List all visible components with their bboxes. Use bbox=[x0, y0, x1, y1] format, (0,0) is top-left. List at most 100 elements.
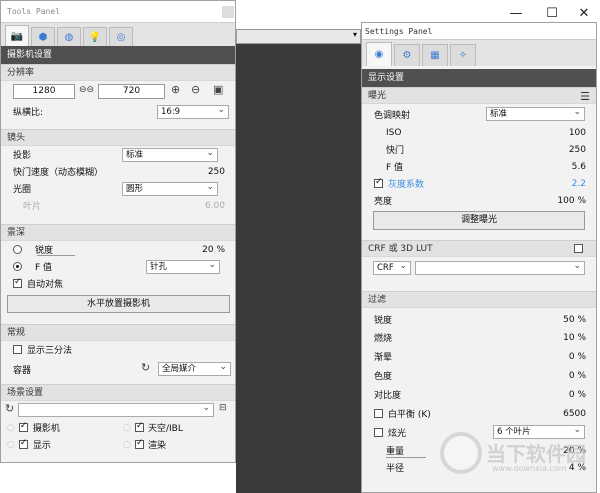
lut-dropdown[interactable] bbox=[415, 260, 585, 275]
zoom-in-icon[interactable]: ⊕ bbox=[171, 83, 180, 96]
run-tab-icon[interactable]: ✧ bbox=[450, 44, 476, 66]
filter-sharpness-value[interactable]: 50 % bbox=[563, 315, 586, 325]
lens-section[interactable]: 镜头 bbox=[1, 129, 235, 146]
filter-sharpness-row: 锐度 50 % bbox=[362, 311, 596, 328]
light-tab-icon[interactable]: 💡 bbox=[83, 27, 107, 46]
adjust-exposure-button[interactable]: 调整曝光 bbox=[373, 211, 585, 230]
camera-check-label: 摄影机 bbox=[32, 424, 60, 434]
fvalue-row: F 值 针孔 bbox=[1, 258, 235, 275]
general-section[interactable]: 常规 bbox=[1, 324, 235, 341]
resolution-row: 1280 ⊖⊖ 720 ⊕ ⊖ ▣ bbox=[1, 81, 235, 103]
display-checkbox[interactable] bbox=[18, 438, 28, 449]
scene-lock-icon[interactable]: ⊟ bbox=[219, 403, 227, 413]
sharpness-slider[interactable] bbox=[37, 255, 75, 256]
background-dropdown[interactable]: ▾ bbox=[236, 29, 361, 44]
refresh-icon[interactable]: ↻ bbox=[141, 361, 150, 374]
weight-label: 重量 bbox=[386, 447, 405, 457]
watermark: 当下软件园 www.downxia.com bbox=[440, 432, 600, 488]
display-check-label: 显示 bbox=[32, 441, 51, 451]
exposure-section[interactable]: 曝光 ☰ bbox=[362, 87, 596, 104]
thirds-checkbox[interactable] bbox=[13, 345, 22, 354]
level-camera-button[interactable]: 水平放置摄影机 bbox=[7, 295, 230, 313]
tools-tabs: 📷 ⬢ ◍ 💡 ◎ bbox=[1, 23, 235, 46]
exposure-f-label: F 值 bbox=[386, 163, 404, 173]
glare-checkbox[interactable] bbox=[374, 428, 383, 437]
scene-section[interactable]: 场景设置 bbox=[1, 384, 235, 401]
sky-check-label: 天空/IBL bbox=[148, 424, 183, 434]
aspect-row: 纵横比: 16:9 bbox=[1, 103, 235, 120]
scene-dropdown[interactable] bbox=[18, 402, 214, 417]
weight-slider[interactable] bbox=[386, 457, 426, 458]
aperture-dropdown[interactable]: 圆形 bbox=[122, 181, 218, 196]
tonemap-dropdown[interactable]: 标准 bbox=[486, 106, 585, 121]
contrast-value[interactable]: 0 % bbox=[569, 390, 586, 400]
fvalue-dropdown[interactable]: 针孔 bbox=[146, 259, 220, 274]
camera-tab-icon[interactable]: 📷 bbox=[5, 25, 29, 46]
gamma-checkbox[interactable] bbox=[374, 177, 383, 188]
environment-tab-icon[interactable]: ◎ bbox=[109, 27, 133, 46]
sharpness-value[interactable]: 20 % bbox=[202, 245, 225, 255]
object-tab-icon[interactable]: ⬢ bbox=[31, 27, 55, 46]
autofocus-checkbox[interactable] bbox=[13, 277, 22, 288]
viewport[interactable] bbox=[236, 44, 361, 493]
maximize-button[interactable]: ☐ bbox=[540, 6, 564, 21]
display-tab-icon[interactable]: ◉ bbox=[366, 42, 392, 66]
crf-section[interactable]: CRF 或 3D LUT bbox=[362, 240, 596, 257]
exposure-shutter-value[interactable]: 250 bbox=[569, 145, 586, 155]
burn-value[interactable]: 10 % bbox=[563, 333, 586, 343]
iso-value[interactable]: 100 bbox=[569, 128, 586, 138]
contrast-row: 对比度 0 % bbox=[362, 385, 596, 404]
crf-dropdown[interactable]: CRF bbox=[373, 260, 411, 275]
tools-close-icon[interactable] bbox=[222, 6, 234, 18]
projection-row: 投影 标准 bbox=[1, 146, 235, 163]
crf-checkbox[interactable] bbox=[574, 244, 583, 253]
menu-icon[interactable]: ☰ bbox=[580, 88, 590, 105]
radius-label: 半径 bbox=[386, 464, 405, 474]
width-input[interactable]: 1280 bbox=[13, 84, 75, 99]
zoom-out-icon[interactable]: ⊖ bbox=[191, 83, 200, 96]
container-dropdown[interactable]: 全局媒介 bbox=[158, 361, 231, 376]
camera-settings-header: 摄影机设置 bbox=[1, 46, 235, 64]
scene-refresh-icon[interactable]: ↻ bbox=[5, 402, 14, 415]
camera-checkbox[interactable] bbox=[18, 421, 28, 432]
shutter-value[interactable]: 250 bbox=[208, 167, 225, 177]
camera-display-row: ◌ 摄影机 ◌ 天空/IBL bbox=[1, 419, 235, 436]
sky-checkbox[interactable] bbox=[135, 421, 144, 432]
tonemap-row: 色调映射 标准 bbox=[362, 104, 596, 124]
gamma-label: 灰度系数 bbox=[388, 180, 425, 190]
vignette-value[interactable]: 0 % bbox=[569, 352, 586, 362]
white-balance-value[interactable]: 6500 bbox=[563, 409, 586, 419]
resolution-section[interactable]: 分辨率 bbox=[1, 64, 235, 81]
saturation-value[interactable]: 0 % bbox=[569, 371, 586, 381]
exposure-f-value[interactable]: 5.6 bbox=[572, 162, 586, 172]
iso-label: ISO bbox=[386, 127, 402, 138]
filter-section[interactable]: 过滤 bbox=[362, 291, 596, 308]
grid-tab-icon[interactable]: ▦ bbox=[422, 44, 448, 66]
fvalue-label: F 值 bbox=[35, 263, 53, 273]
height-input[interactable]: 720 bbox=[98, 84, 165, 99]
projection-dropdown[interactable]: 标准 bbox=[122, 147, 218, 162]
dof-section[interactable]: 景深 bbox=[1, 224, 235, 241]
settings-tabs: ◉ ⚙ ▦ ✧ bbox=[362, 40, 596, 66]
white-balance-checkbox[interactable] bbox=[374, 409, 383, 418]
gamma-row: 灰度系数 2.2 bbox=[362, 175, 596, 192]
aspect-dropdown[interactable]: 16:9 bbox=[157, 104, 229, 119]
link-icon[interactable]: ⊖⊖ bbox=[79, 85, 94, 95]
gamma-value[interactable]: 2.2 bbox=[572, 179, 586, 189]
material-tab-icon[interactable]: ◍ bbox=[57, 27, 81, 46]
fvalue-radio[interactable] bbox=[13, 262, 22, 271]
blades-label: 叶片 bbox=[23, 202, 42, 212]
aspect-label: 纵横比: bbox=[13, 108, 44, 118]
saturation-row: 色度 0 % bbox=[362, 366, 596, 385]
burn-label: 燃烧 bbox=[374, 334, 393, 344]
vignette-label: 渐晕 bbox=[374, 353, 393, 363]
close-button[interactable]: ✕ bbox=[572, 6, 596, 21]
gear-tab-icon[interactable]: ⚙ bbox=[394, 44, 420, 66]
thirds-row: 显示三分法 bbox=[1, 341, 235, 358]
render-checkbox[interactable] bbox=[135, 438, 144, 449]
minimize-button[interactable]: — bbox=[504, 6, 528, 21]
brightness-value[interactable]: 100 % bbox=[557, 196, 586, 206]
glare-label: 炫光 bbox=[388, 429, 407, 439]
portrait-icon[interactable]: ▣ bbox=[213, 83, 223, 96]
sharpness-radio[interactable] bbox=[13, 245, 22, 254]
